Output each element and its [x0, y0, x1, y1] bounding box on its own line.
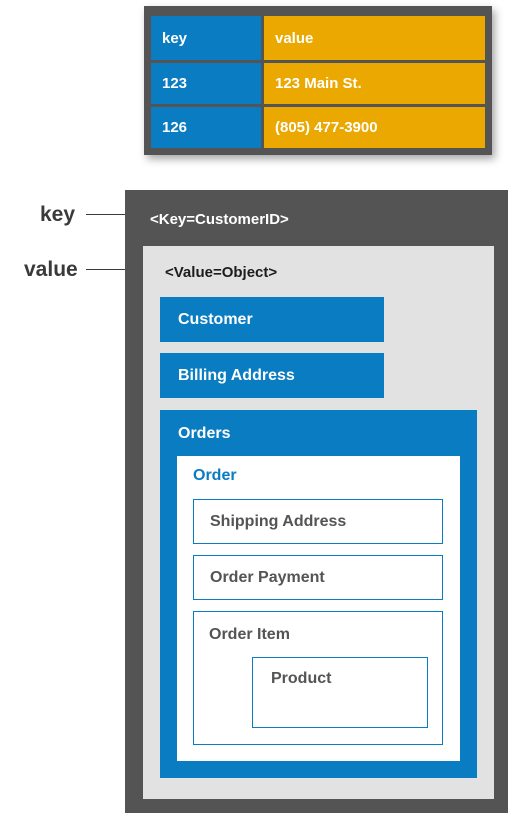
key-leader-line — [86, 214, 125, 215]
document-value-text: <Value=Object> — [165, 264, 278, 281]
table-row-2-key: 126 — [151, 107, 261, 148]
order-payment-box: Order Payment — [193, 555, 443, 600]
key-label: key — [40, 203, 76, 226]
value-label: value — [24, 258, 78, 281]
customer-box: Customer — [160, 297, 384, 342]
key-value-table: key value 123 123 Main St. 126 (805) 477… — [144, 6, 492, 155]
orders-label: Orders — [178, 425, 231, 442]
table-header-value: value — [264, 16, 485, 60]
billing-address-box: Billing Address — [160, 353, 384, 398]
product-box: Product — [252, 657, 428, 728]
order-label: Order — [193, 467, 237, 484]
table-row-1-key: 123 — [151, 63, 261, 104]
table-row-1-value: 123 Main St. — [264, 63, 485, 104]
table-row-2-value: (805) 477-3900 — [264, 107, 485, 148]
table-header-key: key — [151, 16, 261, 60]
shipping-address-box: Shipping Address — [193, 499, 443, 544]
order-item-label: Order Item — [209, 626, 290, 643]
document-key-text: <Key=CustomerID> — [150, 211, 289, 228]
